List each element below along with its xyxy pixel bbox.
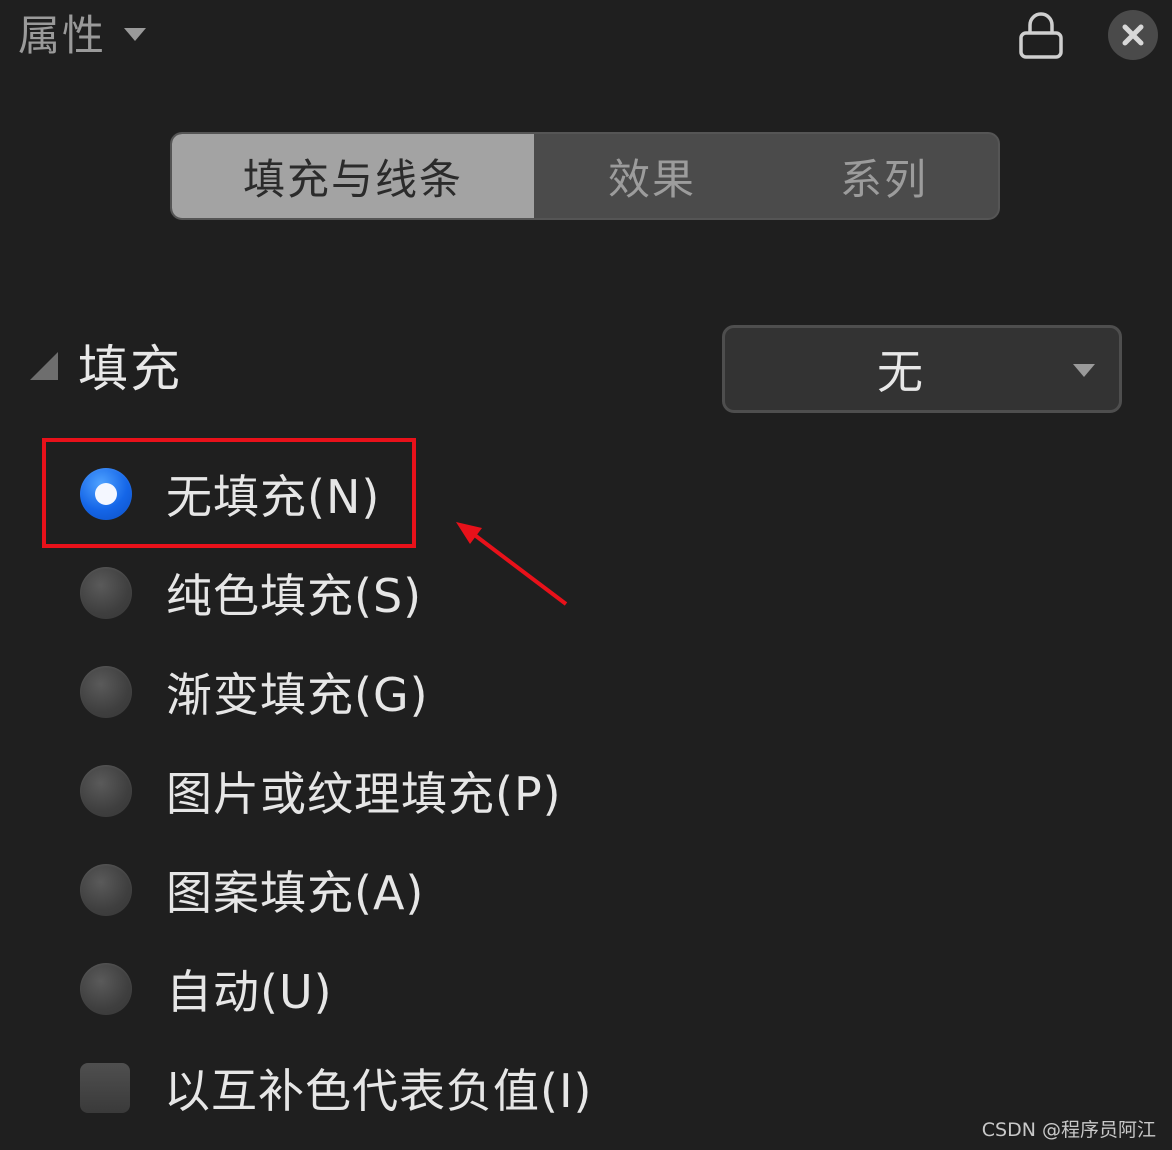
chevron-down-icon — [1073, 364, 1095, 377]
dropdown-value: 无 — [877, 345, 923, 399]
panel-title[interactable]: 属性 — [18, 8, 106, 64]
collapse-triangle-icon[interactable] — [30, 352, 58, 380]
option-picture-texture-fill[interactable]: 图片或纹理填充(P) — [80, 756, 562, 826]
option-label: 纯色填充(S) — [166, 569, 423, 623]
checkbox-invert-if-negative[interactable] — [80, 1063, 130, 1113]
radio-solid-fill[interactable] — [80, 567, 132, 619]
watermark: CSDN @程序员阿江 — [981, 1119, 1156, 1141]
option-pattern-fill[interactable]: 图案填充(A) — [80, 855, 424, 925]
option-invert-if-negative[interactable]: 以互补色代表负值(I) — [80, 1053, 592, 1123]
tab-effects[interactable]: 效果 — [534, 134, 770, 218]
tab-series[interactable]: 系列 — [770, 134, 998, 218]
option-label: 以互补色代表负值(I) — [164, 1064, 593, 1118]
option-gradient-fill[interactable]: 渐变填充(G) — [80, 657, 429, 727]
lock-icon[interactable] — [1014, 8, 1068, 62]
option-label: 图片或纹理填充(P) — [166, 767, 562, 821]
radio-picture-texture-fill[interactable] — [80, 765, 132, 817]
close-button[interactable] — [1108, 10, 1158, 60]
option-solid-fill[interactable]: 纯色填充(S) — [80, 558, 422, 628]
option-label: 图案填充(A) — [166, 866, 425, 920]
radio-gradient-fill[interactable] — [80, 666, 132, 718]
option-label: 自动(U) — [166, 965, 333, 1019]
properties-panel: 属性 填充与线条 效果 系列 填充 无 无填充(N) 纯色填充(S) 渐变填充(… — [0, 0, 1172, 1150]
fill-type-dropdown[interactable]: 无 — [722, 325, 1122, 413]
radio-pattern-fill[interactable] — [80, 864, 132, 916]
fill-section-label[interactable]: 填充 — [78, 336, 182, 402]
radio-automatic[interactable] — [80, 963, 132, 1015]
option-automatic[interactable]: 自动(U) — [80, 954, 333, 1024]
tab-fill-and-line[interactable]: 填充与线条 — [172, 134, 534, 218]
chevron-down-icon[interactable] — [124, 28, 146, 41]
annotation-arrow — [456, 522, 568, 606]
highlight-box — [42, 438, 416, 548]
close-icon — [1122, 24, 1144, 46]
option-label: 渐变填充(G) — [166, 668, 429, 722]
tab-bar: 填充与线条 效果 系列 — [170, 132, 1000, 220]
